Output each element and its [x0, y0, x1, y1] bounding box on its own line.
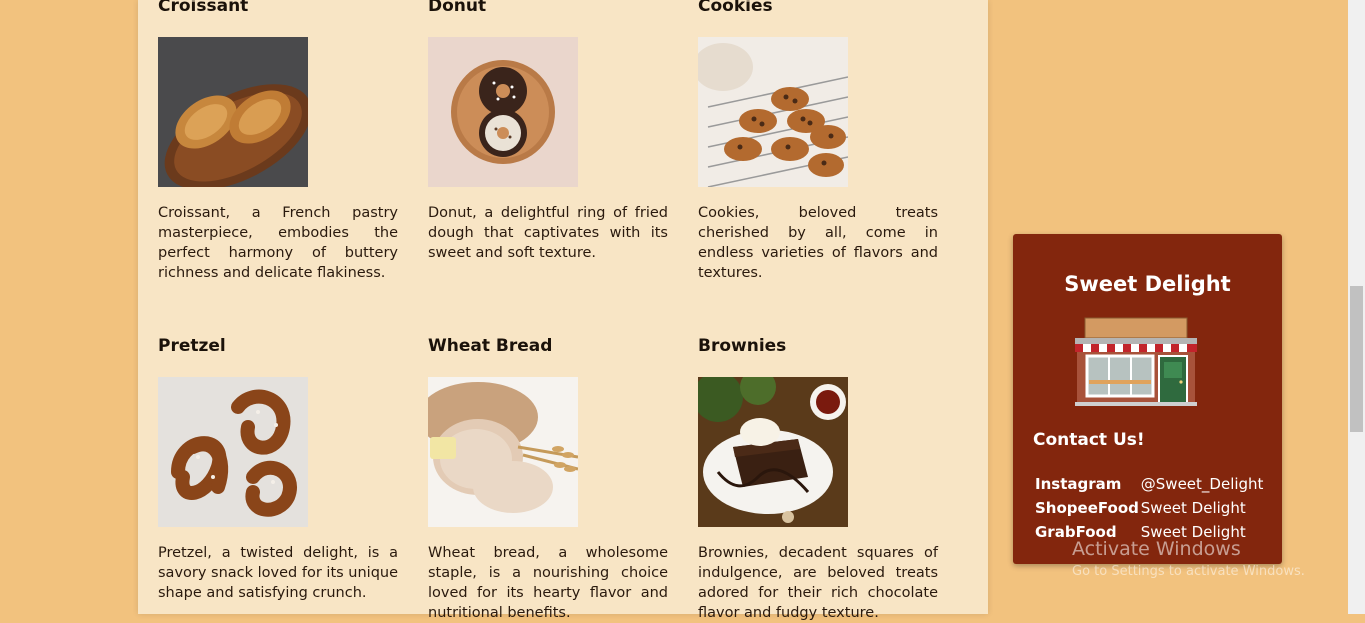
- donut-image: [428, 37, 578, 187]
- contact-value-link[interactable]: Sweet Delight: [1141, 499, 1246, 517]
- vertical-scrollbar[interactable]: [1348, 0, 1365, 614]
- wheat-bread-image: [428, 377, 578, 527]
- contact-heading: Contact Us!: [1033, 430, 1145, 450]
- contact-row-instagram: Instagram @Sweet_Delight: [1035, 475, 1263, 493]
- contact-label: ShopeeFood: [1035, 499, 1139, 517]
- activate-windows-hint: Go to Settings to activate Windows.: [1072, 564, 1305, 579]
- shop-name: Sweet Delight: [1064, 272, 1231, 296]
- contact-row-shopeefood: ShopeeFood Sweet Delight: [1035, 499, 1246, 517]
- contact-card: Sweet Delight Contact Us! Instagram @Swe…: [1013, 234, 1282, 564]
- contact-label: Instagram: [1035, 475, 1122, 493]
- activate-windows-watermark: Activate Windows: [1072, 538, 1241, 560]
- product-title: Donut: [428, 0, 487, 16]
- cookies-image: [698, 37, 848, 187]
- product-description: Croissant, a French pastry masterpiece, …: [158, 205, 398, 281]
- product-description: Brownies, decadent squares of indulgence…: [698, 545, 938, 621]
- product-title: Croissant: [158, 0, 249, 16]
- scrollbar-thumb[interactable]: [1350, 286, 1363, 432]
- croissant-image: [158, 37, 308, 187]
- product-description: Cookies, beloved treats cherished by all…: [698, 205, 938, 281]
- products-panel: Croissant Croissant, a French pastry mas…: [138, 0, 988, 621]
- product-description: Pretzel, a twisted delight, is a savory …: [158, 545, 399, 601]
- contact-value-link[interactable]: @Sweet_Delight: [1141, 475, 1264, 493]
- product-title: Cookies: [698, 0, 773, 16]
- bakery-shop-icon: [1075, 316, 1197, 410]
- brownies-image: [698, 377, 848, 527]
- product-description: Donut, a delightful ring of fried dough …: [428, 205, 668, 261]
- product-title: Pretzel: [158, 336, 226, 356]
- pretzel-image: [158, 377, 308, 527]
- product-description: Wheat bread, a wholesome staple, is a no…: [428, 545, 668, 621]
- product-title: Wheat Bread: [428, 336, 553, 356]
- product-title: Brownies: [698, 336, 787, 356]
